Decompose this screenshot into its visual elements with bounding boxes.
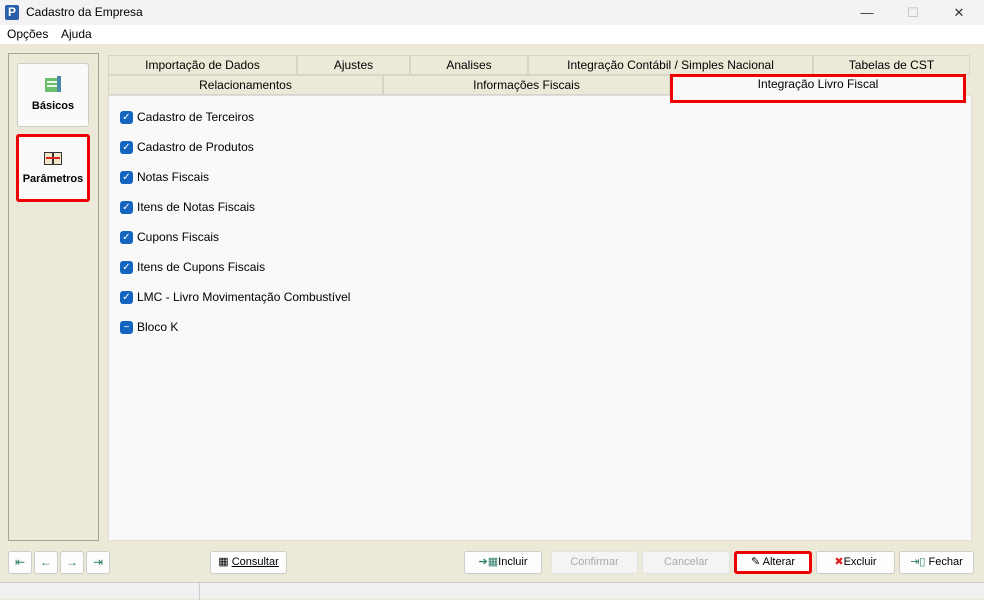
tab-integracao-livro-fiscal[interactable]: Integração Livro Fiscal — [670, 74, 966, 103]
checkbox-checked-icon: ✓ — [120, 230, 133, 244]
checkbox-label: Itens de Cupons Fiscais — [137, 260, 266, 274]
status-bar — [0, 582, 984, 600]
edit-document-icon: ✎ — [750, 556, 763, 568]
checkbox-checked-icon: ✓ — [120, 290, 133, 304]
checkbox-cupons-fiscais[interactable]: ✓ Cupons Fiscais — [120, 229, 219, 245]
checkbox-label: Cadastro de Terceiros — [137, 110, 255, 124]
checkbox-label: Cadastro de Produtos — [137, 140, 254, 154]
checkbox-label: Cupons Fiscais — [137, 230, 220, 244]
button-label: Alterar — [762, 556, 796, 568]
previous-record-button[interactable]: ← — [34, 551, 58, 574]
tab-panel-integracao-livro-fiscal: ✓ Cadastro de Terceiros ✓ Cadastro de Prod… — [108, 95, 972, 541]
maximize-button[interactable]: ☐ — [890, 0, 936, 25]
checkbox-label: Itens de Notas Fiscais — [137, 200, 256, 214]
incluir-button[interactable]: ➔▦Incluir — [464, 551, 542, 574]
sidebar: Básicos Parâmetros — [8, 53, 99, 541]
checkbox-notas-fiscais[interactable]: ✓ Notas Fiscais — [120, 169, 209, 185]
checkbox-indeterminate-icon: − — [120, 320, 133, 334]
sidebar-item-label: Básicos — [31, 100, 75, 112]
tab-tabelas-de-cst[interactable]: Tabelas de CST — [813, 55, 970, 75]
button-label: Incluir — [498, 556, 528, 568]
delete-icon: ✖ — [834, 556, 844, 568]
basicos-icon — [45, 76, 61, 92]
cancelar-button[interactable]: Cancelar — [642, 551, 730, 574]
checkbox-checked-icon: ✓ — [120, 200, 133, 214]
last-record-button[interactable]: ⇥ — [86, 551, 110, 574]
confirmar-button[interactable]: Confirmar — [551, 551, 638, 574]
tab-relacionamentos[interactable]: Relacionamentos — [108, 75, 383, 95]
checkbox-itens-de-cupons-fiscais[interactable]: ✓ Itens de Cupons Fiscais — [120, 259, 265, 275]
checkbox-cadastro-de-terceiros[interactable]: ✓ Cadastro de Terceiros — [120, 109, 254, 125]
button-label: Excluir — [843, 556, 877, 568]
minimize-button[interactable]: — — [844, 0, 890, 25]
checkbox-bloco-k[interactable]: − Bloco K — [120, 319, 178, 335]
checkbox-lmc[interactable]: ✓ LMC - Livro Movimentação Combustível — [120, 289, 350, 305]
app-logo-icon: P — [5, 5, 19, 20]
sidebar-item-basicos[interactable]: Básicos — [17, 63, 89, 127]
checkbox-cadastro-de-produtos[interactable]: ✓ Cadastro de Produtos — [120, 139, 254, 155]
table-icon: ▦ — [218, 556, 232, 568]
alterar-button[interactable]: ✎ Alterar — [734, 551, 812, 574]
button-label: Consultar — [231, 556, 279, 568]
checkbox-checked-icon: ✓ — [120, 260, 133, 274]
checkbox-checked-icon: ✓ — [120, 110, 133, 124]
menu-ajuda[interactable]: Ajuda — [61, 27, 92, 41]
first-record-button[interactable]: ⇤ — [8, 551, 32, 574]
insert-icon: ➔▦ — [478, 556, 499, 568]
checkbox-label: Notas Fiscais — [137, 170, 210, 184]
checkbox-checked-icon: ✓ — [120, 140, 133, 154]
title-bar: P Cadastro da Empresa — ☐ ✕ — [0, 0, 984, 25]
tab-analises[interactable]: Analises — [410, 55, 528, 75]
consultar-button[interactable]: ▦ Consultar — [210, 551, 287, 574]
close-button[interactable]: ✕ — [936, 0, 982, 25]
window-title: Cadastro da Empresa — [26, 5, 143, 19]
excluir-button[interactable]: ✖Excluir — [816, 551, 895, 574]
tab-importacao-de-dados[interactable]: Importação de Dados — [108, 55, 297, 75]
fechar-button[interactable]: ⇥▯ Fechar — [899, 551, 974, 574]
menu-bar: Opções Ajuda — [0, 25, 984, 44]
checkbox-label: Bloco K — [137, 320, 179, 334]
checkbox-label: LMC - Livro Movimentação Combustível — [137, 290, 351, 304]
tab-ajustes[interactable]: Ajustes — [297, 55, 410, 75]
checkbox-checked-icon: ✓ — [120, 170, 133, 184]
checkbox-itens-de-notas-fiscais[interactable]: ✓ Itens de Notas Fiscais — [120, 199, 255, 215]
book-icon — [44, 152, 62, 165]
tab-integracao-contabil[interactable]: Integração Contábil / Simples Nacional — [528, 55, 813, 75]
button-label: Fechar — [928, 556, 963, 568]
menu-opcoes[interactable]: Opções — [7, 27, 48, 41]
sidebar-item-label: Parâmetros — [22, 173, 84, 185]
next-record-button[interactable]: → — [60, 551, 84, 574]
sidebar-item-parametros[interactable]: Parâmetros — [16, 134, 90, 202]
tab-informacoes-fiscais[interactable]: Informações Fiscais — [383, 75, 670, 95]
exit-door-icon: ⇥▯ — [910, 556, 929, 568]
